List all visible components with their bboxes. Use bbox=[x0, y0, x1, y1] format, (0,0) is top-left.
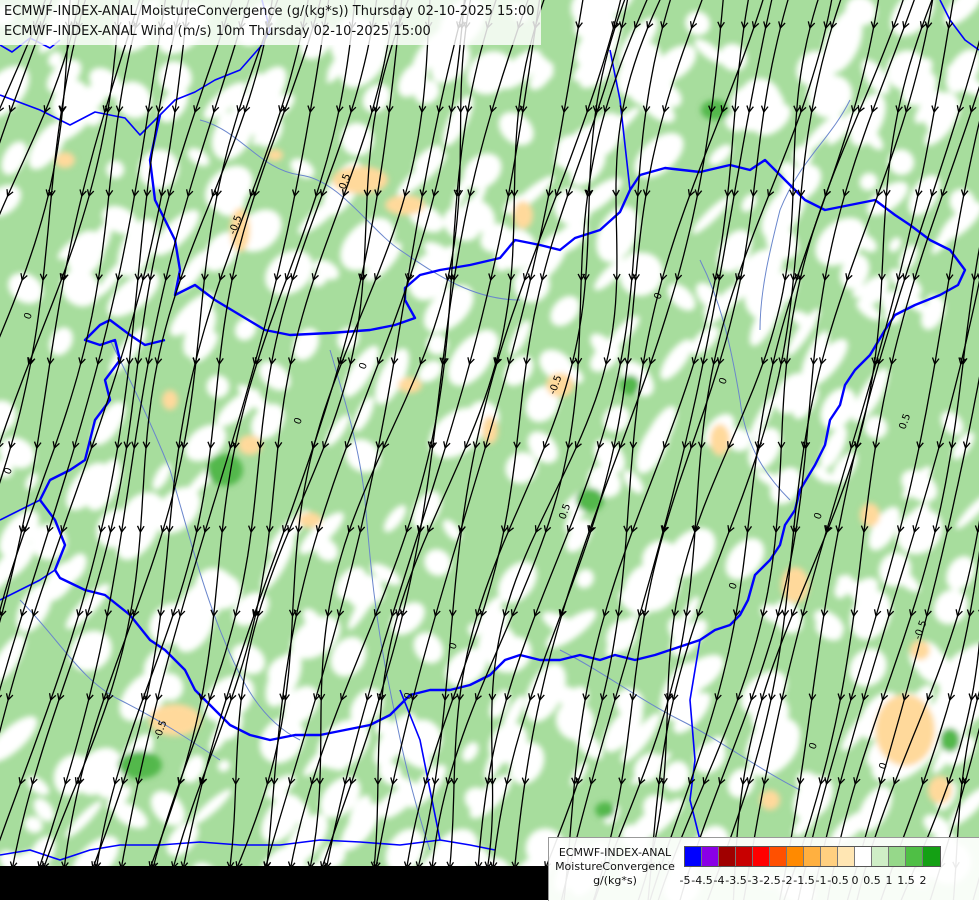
legend-swatch bbox=[889, 847, 906, 866]
legend-swatch bbox=[821, 847, 838, 866]
field-patch bbox=[513, 201, 533, 229]
legend-tick-label: -1.5 bbox=[793, 874, 814, 887]
legend-swatch bbox=[804, 847, 821, 866]
legend-swatch bbox=[770, 847, 787, 866]
legend-swatch bbox=[736, 847, 753, 866]
legend-tick-label: -4 bbox=[714, 874, 725, 887]
title-line-2: ECMWF-INDEX-ANAL Wind (m/s) 10m Thursday… bbox=[4, 22, 535, 42]
legend-swatches bbox=[684, 846, 941, 867]
legend-swatch bbox=[872, 847, 889, 866]
legend-tick-label: 0 bbox=[852, 874, 859, 887]
legend-tick-label: -3.5 bbox=[725, 874, 746, 887]
field-patch bbox=[620, 375, 640, 395]
legend-swatch bbox=[685, 847, 702, 866]
legend-title: ECMWF-INDEX-ANAL MoistureConvergence g/(… bbox=[551, 846, 679, 888]
map-title: ECMWF-INDEX-ANAL MoistureConvergence (g/… bbox=[0, 0, 541, 45]
bottom-black-bar bbox=[0, 866, 548, 900]
legend-tick-label: -2.5 bbox=[759, 874, 780, 887]
legend-unit: g/(kg*s) bbox=[551, 874, 679, 888]
legend-model: ECMWF-INDEX-ANAL bbox=[551, 846, 679, 860]
field-patch bbox=[162, 390, 178, 410]
legend-swatch bbox=[838, 847, 855, 866]
field-patch bbox=[928, 776, 952, 804]
title-line-1: ECMWF-INDEX-ANAL MoistureConvergence (g/… bbox=[4, 2, 535, 22]
field-patch bbox=[860, 503, 880, 527]
legend-tick-label: -1 bbox=[816, 874, 827, 887]
legend-swatch bbox=[855, 847, 872, 866]
legend-tick-label: -5 bbox=[680, 874, 691, 887]
legend-tick-label: -2 bbox=[782, 874, 793, 887]
field-patch bbox=[595, 802, 615, 818]
weather-map: 0.5-0.50-0.50.5-0.5-0.500000000000.50 bbox=[0, 0, 979, 900]
color-legend: ECMWF-INDEX-ANAL MoistureConvergence g/(… bbox=[548, 837, 979, 901]
legend-tick-label: 2 bbox=[920, 874, 927, 887]
legend-parameter: MoistureConvergence bbox=[551, 860, 679, 874]
legend-swatch bbox=[906, 847, 923, 866]
legend-tick-label: 1.5 bbox=[897, 874, 915, 887]
legend-tick-label: 1 bbox=[886, 874, 893, 887]
field-patch bbox=[940, 728, 960, 752]
legend-swatch bbox=[753, 847, 770, 866]
legend-tick-label: -4.5 bbox=[691, 874, 712, 887]
field-patch bbox=[207, 454, 243, 486]
legend-tick-label: -3 bbox=[748, 874, 759, 887]
legend-swatch bbox=[702, 847, 719, 866]
legend-swatch bbox=[787, 847, 804, 866]
legend-swatch bbox=[719, 847, 736, 866]
field-patch bbox=[55, 152, 75, 168]
legend-swatch bbox=[923, 847, 940, 866]
legend-tick-label: 0.5 bbox=[863, 874, 881, 887]
field-patch bbox=[298, 512, 322, 528]
legend-tick-label: -0.5 bbox=[827, 874, 848, 887]
